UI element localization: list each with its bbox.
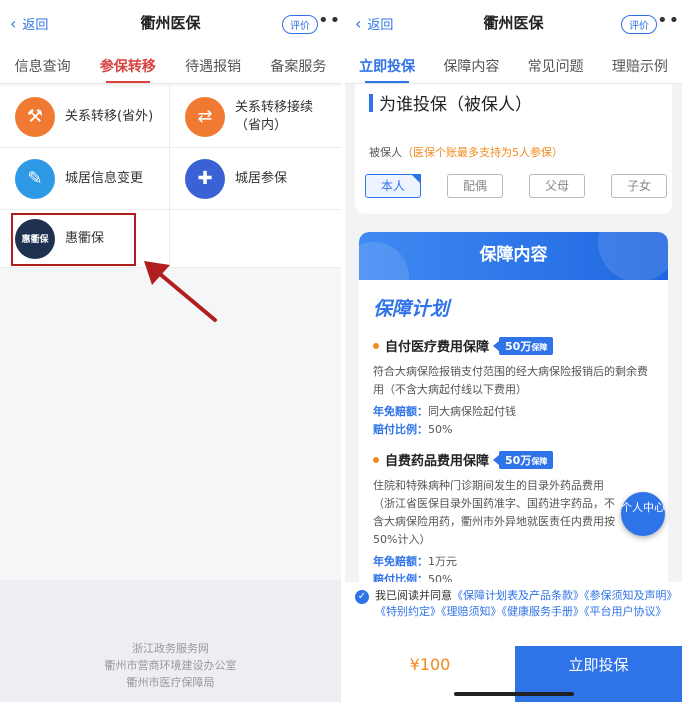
back-label: 返回 (22, 18, 49, 33)
grid-item-resident-insure[interactable]: ✚ 城居参保 (170, 148, 341, 209)
grid-item-label: 城居参保 (235, 170, 288, 186)
insured-note: （医保个账最多支持为5人参保） (402, 146, 563, 159)
coverage-item: 自付医疗费用保障 50万保障 符合大病保险报销支付范围的经大病保险报销后的剩余费… (373, 336, 658, 439)
check-icon[interactable]: ✓ (355, 590, 369, 604)
item-name: 自付医疗费用保障 (385, 340, 490, 355)
grid-item-label: 关系转移接续 （省内） (235, 99, 314, 133)
item-desc: 住院和特殊病种门诊期间发生的目录外药品费用（浙江省医保目录外国药准字、国药进字药… (373, 479, 615, 546)
chevron-left-icon: ‹ (10, 14, 17, 33)
coverage-item: 自费药品费用保障 50万保障 住院和特殊病种门诊期间发生的目录外药品费用（浙江省… (373, 450, 658, 589)
item-desc: 符合大病保险报销支付范围的经大病保险报销后的剩余费用（不含大病起付线以下费用） (373, 365, 648, 396)
tab-bar: 信息查询 参保转移 待遇报销 备案服务 (0, 46, 341, 84)
footer-line: 衢州市营商环境建设办公室 (104, 659, 237, 672)
tab-faq[interactable]: 常见问题 (514, 46, 598, 83)
deductible-row: 年免赔额：1万元 (373, 553, 658, 571)
chevron-left-icon: ‹ (355, 14, 362, 33)
footer-line: 浙江政务服务网 (132, 642, 209, 655)
footer: 浙江政务服务网 衢州市营商环境建设办公室 衢州市医疗保障局 (0, 580, 341, 702)
agree-prefix: 我已阅读并同意 (375, 589, 452, 602)
person-transfer-icon: ⇄ (185, 96, 225, 137)
section-title: 为谁投保（被保人） (369, 90, 532, 115)
worker-transfer-icon: ⚒ (15, 96, 55, 137)
grid-item-label: 城居信息变更 (65, 170, 144, 186)
user-insure-icon: ✚ (185, 158, 225, 199)
amount-value: 50万 (505, 339, 532, 353)
more-icon[interactable]: ••• (318, 10, 341, 31)
deductible-value: 同大病保险起付钱 (428, 405, 516, 418)
insured-label: 被保人（医保个账最多支持为5人参保） (369, 144, 563, 160)
back-button[interactable]: ‹ 返回 (355, 14, 393, 33)
back-button[interactable]: ‹ 返回 (10, 14, 48, 33)
header: ‹ 返回 衢州医保 评价 ••• (345, 0, 682, 46)
relation-self[interactable]: 本人 (365, 174, 421, 198)
tab-bar: 立即投保 保障内容 常见问题 理赔示例 (345, 46, 682, 84)
tab-insurance-transfer[interactable]: 参保转移 (85, 46, 170, 83)
right-screen: ‹ 返回 衢州医保 评价 ••• 立即投保 保障内容 常见问题 理赔示例 为谁投… (345, 0, 682, 702)
grid-item-transfer-out-province[interactable]: ⚒ 关系转移(省外) (0, 86, 170, 147)
deductible-value: 1万元 (428, 555, 457, 568)
tab-buy-now[interactable]: 立即投保 (345, 46, 429, 83)
coverage-card: 保障内容 保障计划 自付医疗费用保障 50万保障 符合大病保险报销支付范围的经大… (359, 232, 668, 632)
tab-reimbursement[interactable]: 待遇报销 (171, 46, 256, 83)
plan-title: 保障计划 (373, 298, 450, 320)
more-icon[interactable]: ••• (657, 10, 682, 31)
coverage-title: 保障内容 (479, 245, 548, 265)
grid-item-resident-info-change[interactable]: ✎ 城居信息变更 (0, 148, 170, 209)
item-name: 自费药品费用保障 (385, 454, 490, 469)
user-edit-icon: ✎ (15, 158, 55, 199)
service-grid: ⚒ 关系转移(省外) ⇄ 关系转移接续 （省内） ✎ 城居信息变更 ✚ 城居参保… (0, 86, 341, 268)
tab-coverage[interactable]: 保障内容 (429, 46, 513, 83)
pointer-arrow-icon (144, 261, 217, 322)
tab-claim-examples[interactable]: 理赔示例 (598, 46, 682, 83)
rate-button[interactable]: 评价 (621, 15, 657, 34)
amount-unit: 保障 (531, 342, 548, 352)
coverage-header: 保障内容 (359, 232, 668, 280)
grid-item-label: 关系转移(省外) (65, 108, 154, 124)
deductible-label: 年免赔额： (373, 555, 428, 568)
relation-children[interactable]: 子女 (611, 174, 667, 198)
agreement: ✓ 我已阅读并同意《保障计划表及产品条款》《参保须知及声明》《特别约定》《理赔须… (345, 582, 682, 646)
tab-info-query[interactable]: 信息查询 (0, 46, 85, 83)
rate-button[interactable]: 评价 (282, 15, 318, 34)
grid-item-label: 惠衢保 (65, 230, 105, 246)
ratio-row: 赔付比例：50% (373, 421, 658, 439)
section-title-text: 为谁投保（被保人） (379, 95, 532, 115)
personal-center-button[interactable]: 个人中心 (621, 492, 665, 536)
footer-line: 衢州市医疗保障局 (126, 676, 215, 689)
relation-parents[interactable]: 父母 (529, 174, 585, 198)
amount-value: 50万 (505, 453, 532, 467)
bullet-dot-icon (373, 342, 379, 349)
insured-label-text: 被保人 (369, 146, 402, 159)
ratio-label: 赔付比例： (373, 423, 428, 436)
header: ‹ 返回 衢州医保 评价 ••• (0, 0, 341, 46)
back-label: 返回 (367, 18, 394, 33)
left-screen: ‹ 返回 衢州医保 评价 ••• 信息查询 参保转移 待遇报销 备案服务 ⚒ 关… (0, 0, 341, 702)
deductible-row: 年免赔额：同大病保险起付钱 (373, 403, 658, 421)
relation-options: 本人 配偶 父母 子女 (365, 174, 667, 198)
amount-badge: 50万保障 (492, 336, 554, 355)
amount-unit: 保障 (531, 456, 548, 466)
tab-filing-service[interactable]: 备案服务 (256, 46, 341, 83)
deductible-label: 年免赔额： (373, 405, 428, 418)
bullet-dot-icon (373, 456, 379, 463)
relation-spouse[interactable]: 配偶 (447, 174, 503, 198)
insured-card: 为谁投保（被保人） 被保人（医保个账最多支持为5人参保） 本人 配偶 父母 子女 (355, 84, 672, 214)
huiqubao-logo-icon: 惠衢保 (15, 218, 55, 259)
title-bar (369, 93, 373, 112)
grid-item-transfer-in-province[interactable]: ⇄ 关系转移接续 （省内） (170, 86, 341, 147)
home-indicator (453, 692, 574, 696)
ratio-value: 50% (428, 423, 453, 436)
amount-badge: 50万保障 (492, 450, 554, 469)
